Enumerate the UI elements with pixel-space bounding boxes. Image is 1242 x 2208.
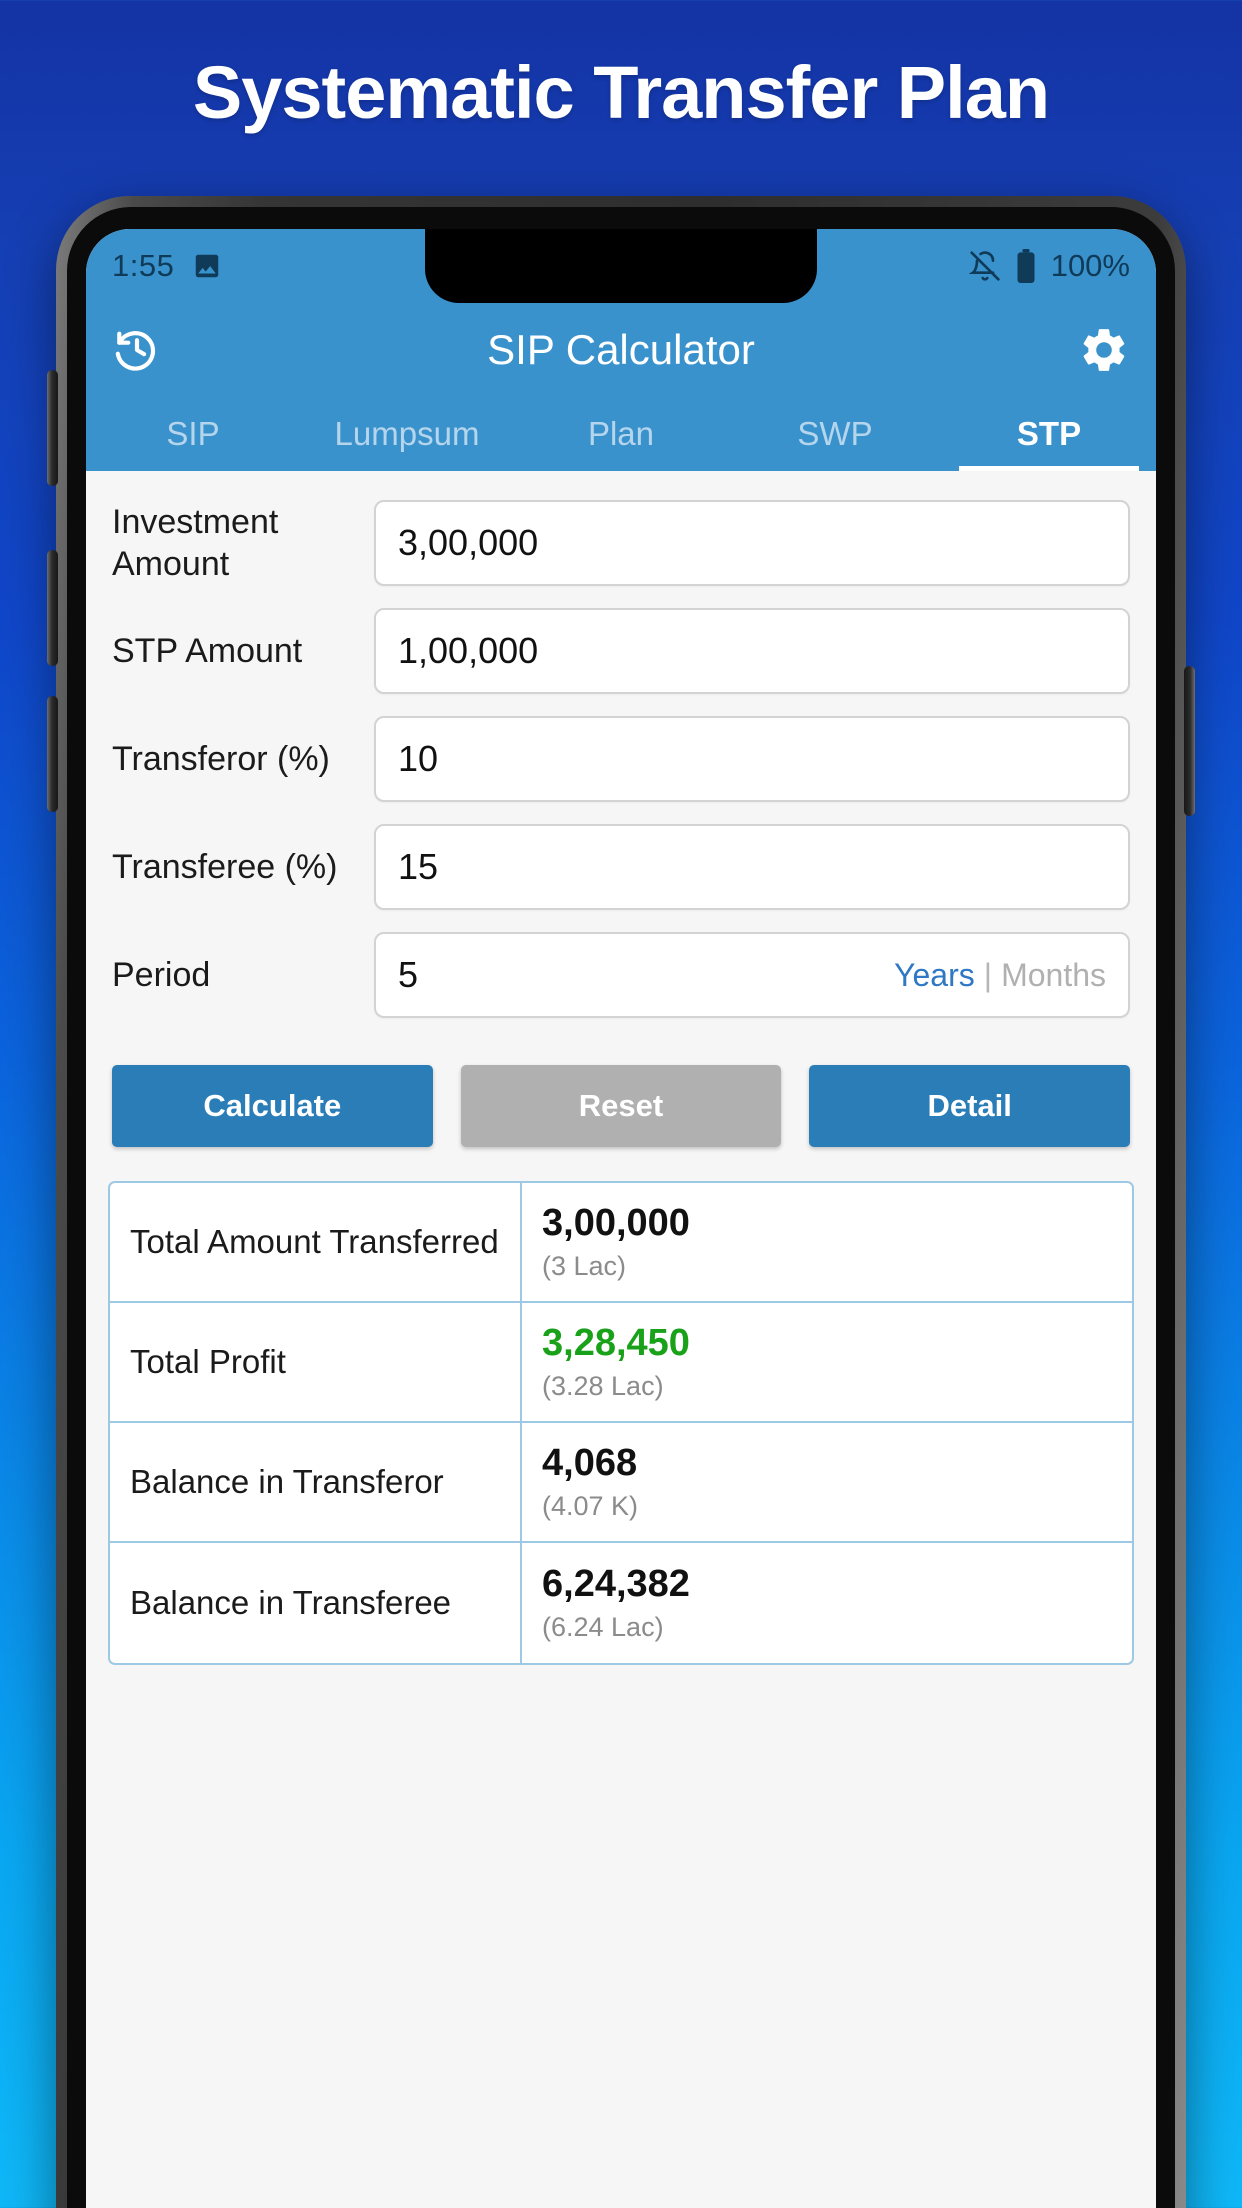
form-row-stp-amount: STP Amount 1,00,000 xyxy=(86,597,1156,705)
phone-screen: 1:55 100% SIP Calculator SIP Lumpsum Pla… xyxy=(86,229,1156,2208)
transferee-input[interactable]: 15 xyxy=(374,824,1130,910)
form-row-investment-amount: Investment Amount 3,00,000 xyxy=(86,489,1156,597)
image-icon xyxy=(192,251,222,281)
result-value-total-amount-transferred: 3,00,000 (3 Lac) xyxy=(522,1183,1132,1301)
result-value-balance-in-transferor: 4,068 (4.07 K) xyxy=(522,1423,1132,1541)
phone-bezel: 1:55 100% SIP Calculator SIP Lumpsum Pla… xyxy=(67,207,1175,2208)
history-icon[interactable] xyxy=(112,325,162,375)
result-main-value: 3,28,450 xyxy=(542,1322,690,1364)
result-sub-value: (3.28 Lac) xyxy=(542,1371,664,1401)
status-time: 1:55 xyxy=(112,248,175,283)
result-label-balance-in-transferor: Balance in Transferor xyxy=(110,1423,522,1541)
result-value-balance-in-transferee: 6,24,382 (6.24 Lac) xyxy=(522,1543,1132,1663)
action-button-row: Calculate Reset Detail xyxy=(86,1029,1156,1173)
result-label-total-amount-transferred: Total Amount Transferred xyxy=(110,1183,522,1301)
period-unit-months[interactable]: Months xyxy=(1001,957,1106,994)
period-unit-years[interactable]: Years xyxy=(894,957,975,994)
tab-plan[interactable]: Plan xyxy=(514,397,728,471)
tab-swp[interactable]: SWP xyxy=(728,397,942,471)
stp-amount-label: STP Amount xyxy=(112,631,303,670)
calculate-button[interactable]: Calculate xyxy=(112,1065,433,1147)
result-main-value: 6,24,382 xyxy=(542,1563,690,1605)
battery-level: 100% xyxy=(1050,248,1130,283)
phone-volume-up-button[interactable] xyxy=(47,370,58,486)
bell-muted-icon xyxy=(968,250,1001,282)
period-label: Period xyxy=(112,955,211,994)
table-row: Total Profit 3,28,450 (3.28 Lac) xyxy=(110,1303,1132,1423)
period-input[interactable]: 5 Years | Months xyxy=(374,932,1130,1018)
result-value-total-profit: 3,28,450 (3.28 Lac) xyxy=(522,1303,1132,1421)
transferor-value: 10 xyxy=(398,738,439,779)
detail-button[interactable]: Detail xyxy=(809,1065,1131,1147)
reset-button[interactable]: Reset xyxy=(460,1065,782,1147)
result-label-balance-in-transferee: Balance in Transferee xyxy=(110,1543,522,1663)
result-sub-value: (6.24 Lac) xyxy=(542,1612,664,1642)
table-row: Balance in Transferee 6,24,382 (6.24 Lac… xyxy=(110,1543,1132,1663)
investment-amount-label: Investment Amount xyxy=(112,502,279,584)
form-row-transferee: Transferee (%) 15 xyxy=(86,813,1156,921)
phone-mockup: 1:55 100% SIP Calculator SIP Lumpsum Pla… xyxy=(47,196,1195,2208)
app-bar: SIP Calculator xyxy=(86,303,1156,397)
display-notch xyxy=(425,229,817,303)
transferee-value: 15 xyxy=(398,846,439,887)
page-title: Systematic Transfer Plan xyxy=(192,51,1050,134)
result-label-total-profit: Total Profit xyxy=(110,1303,522,1421)
status-bar: 1:55 100% xyxy=(86,229,1156,303)
stp-amount-input[interactable]: 1,00,000 xyxy=(374,608,1130,694)
period-unit-separator: | xyxy=(983,956,993,993)
calculator-content: Investment Amount 3,00,000 STP Amount 1,… xyxy=(86,471,1156,2208)
tab-bar: SIP Lumpsum Plan SWP STP xyxy=(86,397,1156,471)
table-row: Total Amount Transferred 3,00,000 (3 Lac… xyxy=(110,1183,1132,1303)
investment-amount-input[interactable]: 3,00,000 xyxy=(374,500,1130,586)
table-row: Balance in Transferor 4,068 (4.07 K) xyxy=(110,1423,1132,1543)
phone-assistant-button[interactable] xyxy=(47,696,58,812)
results-table: Total Amount Transferred 3,00,000 (3 Lac… xyxy=(108,1181,1134,1665)
tab-sip[interactable]: SIP xyxy=(86,397,300,471)
phone-volume-down-button[interactable] xyxy=(47,550,58,666)
stp-amount-value: 1,00,000 xyxy=(398,630,539,671)
tab-lumpsum[interactable]: Lumpsum xyxy=(300,397,514,471)
period-value: 5 xyxy=(398,954,419,995)
tab-stp[interactable]: STP xyxy=(942,397,1156,471)
result-sub-value: (4.07 K) xyxy=(542,1491,639,1521)
phone-power-button[interactable] xyxy=(1184,666,1195,816)
result-main-value: 3,00,000 xyxy=(542,1202,690,1244)
result-sub-value: (3 Lac) xyxy=(542,1251,627,1281)
transferor-label: Transferor (%) xyxy=(112,739,330,778)
transferor-input[interactable]: 10 xyxy=(374,716,1130,802)
battery-icon xyxy=(1015,249,1037,283)
transferee-label: Transferee (%) xyxy=(112,847,338,886)
app-title: SIP Calculator xyxy=(487,326,755,373)
form-row-period: Period 5 Years | Months xyxy=(86,921,1156,1029)
result-main-value: 4,068 xyxy=(542,1442,638,1484)
period-unit-toggle: Years | Months xyxy=(894,957,1106,994)
investment-amount-value: 3,00,000 xyxy=(398,522,539,563)
gear-icon[interactable] xyxy=(1078,324,1130,376)
form-row-transferor: Transferor (%) 10 xyxy=(86,705,1156,813)
